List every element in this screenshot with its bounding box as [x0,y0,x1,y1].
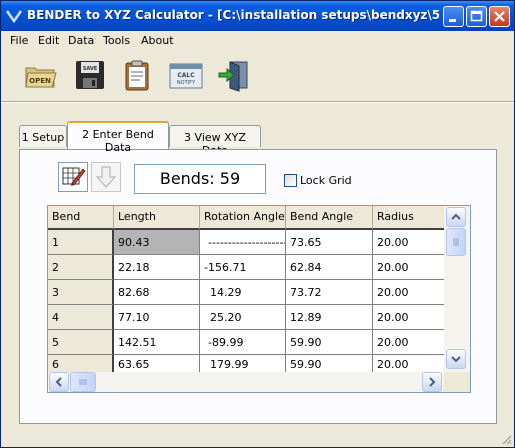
scroll-up-button[interactable] [446,207,466,227]
cell-rotation-angle[interactable]: 25.20 [200,305,286,330]
close-icon [494,11,505,22]
cell-radius[interactable]: 20.00 [373,330,444,355]
cell-rotation-angle[interactable]: 14.29 [200,280,286,305]
col-header-rotation-angle[interactable]: Rotation Angle [200,206,286,230]
cell-length[interactable]: 82.68 [114,280,200,305]
scroll-right-button[interactable] [422,372,442,392]
cell-radius[interactable]: 20.00 [373,355,444,372]
toolbar: OPEN SAVE CALC NOTIFY [1,50,514,102]
menu-bar: File Edit Data Tools About [1,31,514,50]
cell-bend-angle[interactable]: 73.72 [286,280,373,305]
menu-tools[interactable]: Tools [103,34,130,47]
bend-data-grid[interactable]: Bend Length Rotation Angle Bend Angle Ra… [47,205,471,393]
cell-length[interactable]: 22.18 [114,255,200,280]
minimize-button[interactable] [443,6,464,27]
row-header[interactable]: 4 [48,305,114,330]
vertical-scrollbar[interactable] [444,206,470,372]
move-down-button[interactable] [91,162,121,192]
exit-button[interactable] [217,58,251,92]
tab-setup[interactable]: 1 Setup [19,125,67,147]
clipboard-button[interactable] [120,58,154,92]
cell-bend-angle[interactable]: 12.89 [286,305,373,330]
cell-bend-angle[interactable]: 62.84 [286,255,373,280]
close-button[interactable] [489,6,510,27]
edit-grid-icon [62,167,86,186]
col-header-bend-angle[interactable]: Bend Angle [286,206,373,230]
vertical-scroll-thumb[interactable] [446,228,466,256]
toolbar-divider [1,102,514,103]
checkbox-box[interactable] [284,174,297,187]
tab-control: 1 Setup 2 Enter Bend Data 3 View XYZ Dat… [15,121,500,426]
open-label: OPEN [29,77,51,85]
cell-rotation-angle[interactable]: -------------------- [200,230,286,255]
cell-radius[interactable]: 20.00 [373,255,444,280]
cell-bend-angle[interactable]: 59.90 [286,330,373,355]
minimize-icon [449,19,456,22]
tab-view-xyz-data[interactable]: 3 View XYZ Data [169,125,261,157]
clipboard-icon [125,60,149,91]
save-label: SAVE [83,66,98,72]
chevron-down-icon [451,356,461,363]
scrollbar-corner [444,372,470,392]
cell-radius[interactable]: 20.00 [373,280,444,305]
row-header[interactable]: 6 [48,355,114,372]
scroll-down-button[interactable] [446,349,466,369]
calculator-icon: CALC NOTIFY [169,63,203,89]
lock-grid-checkbox[interactable]: Lock Grid [284,174,364,188]
horizontal-scroll-thumb[interactable] [70,372,96,392]
cell-bend-angle[interactable]: 73.65 [286,230,373,255]
grip-icon [79,379,87,385]
edit-grid-button[interactable] [58,162,88,192]
bends-count: Bends: 59 [134,164,266,194]
app-window: BENDER to XYZ Calculator - [C:\installat… [0,0,515,448]
cell-length[interactable]: 90.43 [114,230,200,255]
chevron-right-icon [429,377,436,387]
col-header-radius[interactable]: Radius [373,206,444,230]
menu-file[interactable]: File [10,34,28,47]
notify-label: NOTIFY [177,80,196,86]
app-icon [6,10,22,24]
down-arrow-icon [95,166,117,188]
row-header[interactable]: 5 [48,330,114,355]
cell-radius[interactable]: 20.00 [373,230,444,255]
chevron-up-icon [451,213,461,220]
title-bar[interactable]: BENDER to XYZ Calculator - [C:\installat… [1,1,514,31]
horizontal-scrollbar[interactable] [48,372,444,392]
cell-length[interactable]: 142.51 [114,330,200,355]
floppy-disk-icon: SAVE [76,61,104,89]
cell-length[interactable]: 77.10 [114,305,200,330]
chevron-left-icon [55,377,62,387]
bend-data-panel: Bends: 59 Lock Grid Bend Length Rotation… [19,149,497,424]
menu-about[interactable]: About [141,34,174,47]
lock-grid-label: Lock Grid [300,174,352,187]
cell-rotation-angle[interactable]: -89.99 [200,330,286,355]
row-header[interactable]: 3 [48,280,114,305]
resize-grip-icon[interactable] [500,433,512,445]
cell-rotation-angle[interactable]: 179.99 [200,355,286,372]
maximize-icon [470,10,483,22]
menu-edit[interactable]: Edit [38,34,59,47]
calc-notify-button[interactable]: CALC NOTIFY [168,58,204,92]
exit-door-icon [218,61,248,92]
cell-radius[interactable]: 20.00 [373,305,444,330]
col-header-length[interactable]: Length [114,206,200,230]
cell-length[interactable]: 63.65 [114,355,200,372]
scroll-left-button[interactable] [49,372,69,392]
cell-bend-angle[interactable]: 59.90 [286,355,373,372]
cell-rotation-angle[interactable]: -156.71 [200,255,286,280]
open-button[interactable]: OPEN [23,58,57,92]
row-header[interactable]: 1 [48,230,114,255]
grid-body: Bend Length Rotation Angle Bend Angle Ra… [48,206,444,372]
menu-data[interactable]: Data [68,34,94,47]
maximize-button[interactable] [466,6,487,27]
row-header[interactable]: 2 [48,255,114,280]
calc-label: CALC [177,72,195,79]
window-title: BENDER to XYZ Calculator - [C:\installat… [27,8,439,22]
open-folder-icon: OPEN [25,67,57,88]
tab-enter-bend-data[interactable]: 2 Enter Bend Data [67,121,169,154]
col-header-bend[interactable]: Bend [48,206,114,230]
grip-icon [453,238,459,246]
save-button[interactable]: SAVE [73,58,107,92]
